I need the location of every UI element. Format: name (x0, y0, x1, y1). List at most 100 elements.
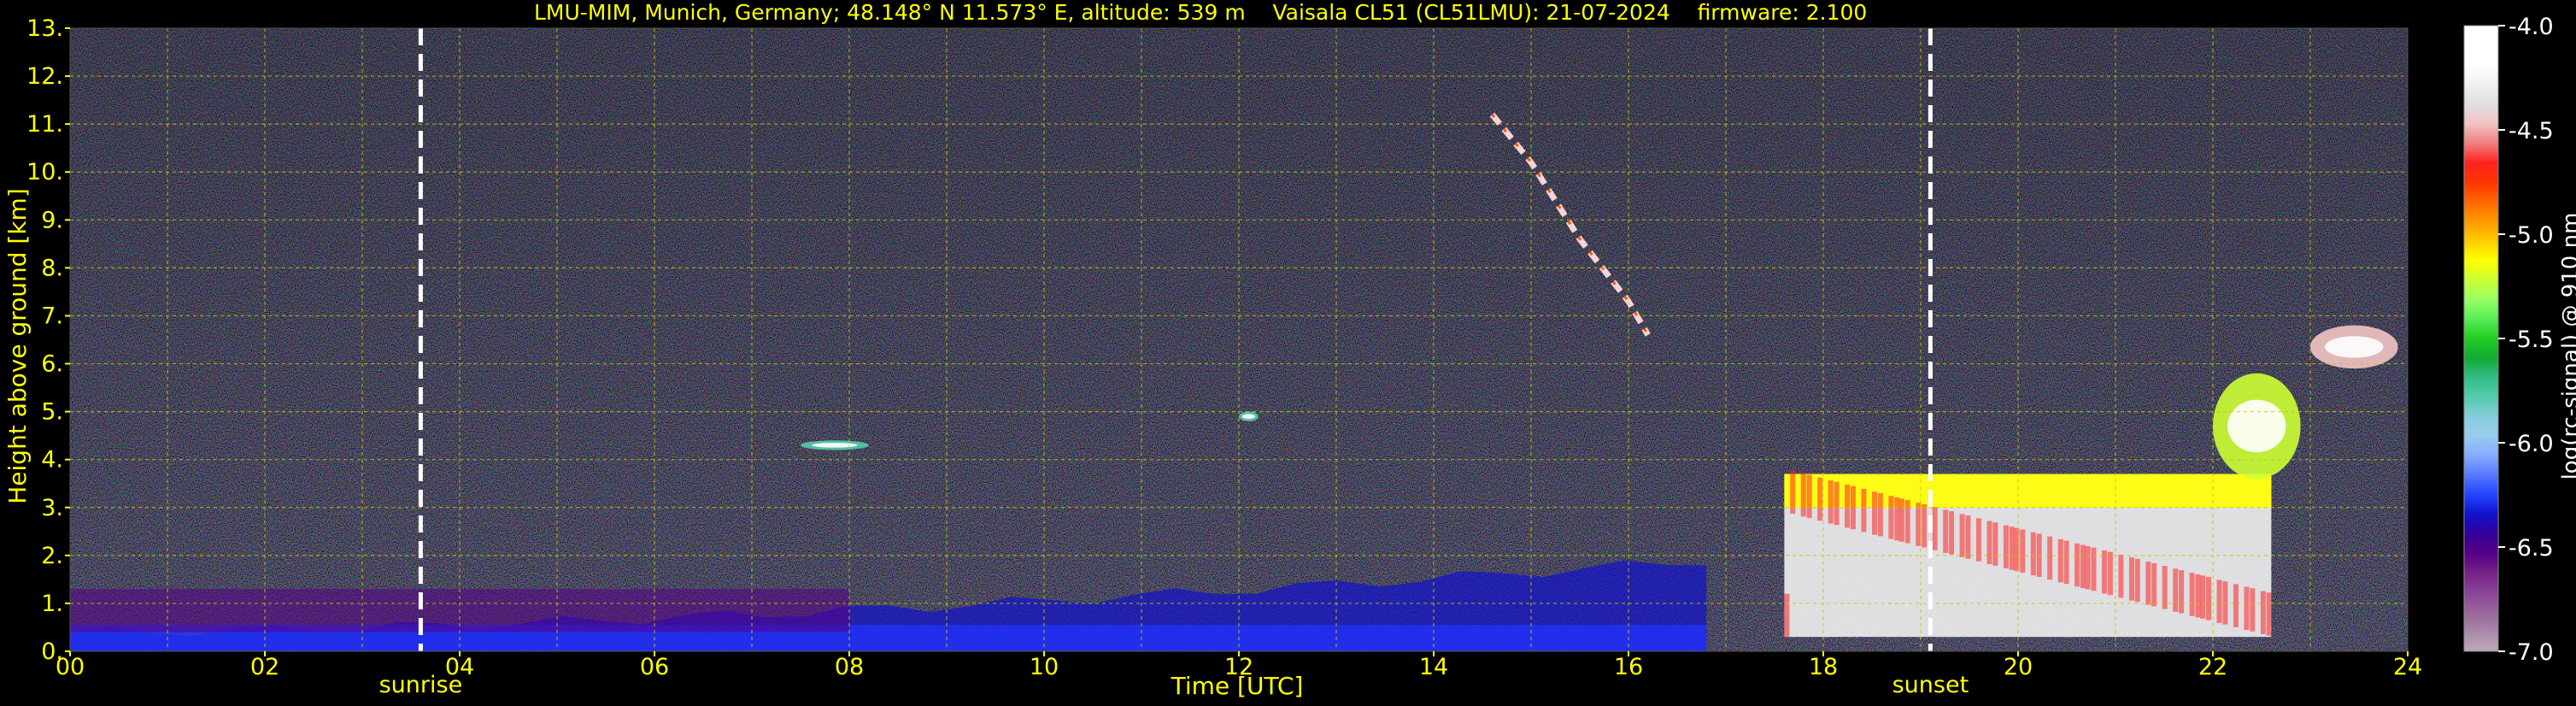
y-tick-label: 3. (41, 495, 63, 521)
cloud-streak (2162, 566, 2168, 609)
cloud-streak (1861, 488, 1867, 532)
plot-area (69, 27, 2409, 652)
feature-aerosol-patch (801, 440, 869, 450)
y-tick-label: 12. (26, 63, 63, 90)
colorbar-tick-label: -5.5 (2509, 327, 2554, 353)
cloud-streak (1834, 481, 1840, 526)
cloud-streak (1922, 504, 1928, 548)
cloud-streak (2206, 577, 2212, 621)
cloud-streak (2102, 550, 2108, 594)
x-tick-label: 10 (1030, 654, 1059, 680)
title-station: LMU-MIM, Munich, Germany; 48.148° N 11.5… (534, 0, 1246, 25)
y-tick-label: 10. (26, 159, 63, 185)
x-tick-label: 24 (2393, 654, 2422, 680)
colorbar-tick-label: -4.0 (2509, 14, 2554, 40)
title-instrument: Vaisala CL51 (CL51LMU): 21-07-2024 (1272, 0, 1670, 25)
cloud-streak (2020, 529, 2026, 573)
y-tick-label: 2. (41, 543, 63, 569)
colorbar-tick-label: -6.0 (2509, 431, 2554, 457)
ceilometer-figure: 00 02 04 06 08 10 12 14 16 18 20 22 24 0.1.2.3.4.5.6… (26, 14, 2554, 698)
cloud-streak (2085, 546, 2091, 590)
colorbar-label: log(rc-signal) @ 910 nm (2558, 212, 2576, 480)
x-tick-label: 20 (2004, 654, 2033, 680)
cloud-streak (1898, 498, 1904, 542)
x-tick-label: 06 (640, 654, 669, 680)
cloud-streak (2145, 562, 2151, 605)
feature-cloud-fragment (1239, 411, 1259, 421)
x-tick-label: 16 (1614, 654, 1643, 680)
cloud-streak (1932, 507, 1938, 550)
layer-cloud-top-band (1784, 474, 2272, 508)
y-tick-label: 11. (26, 111, 63, 138)
cloud-streak (1986, 521, 1992, 565)
colorbar-tick-label: -5.0 (2509, 222, 2554, 249)
y-tick-label: 1. (41, 591, 63, 617)
cloud-streak (2173, 568, 2179, 612)
x-tick-label: 22 (2198, 654, 2227, 680)
cloud-streak (2118, 554, 2124, 598)
cloud-streak (2260, 591, 2266, 634)
cloud-streak (2250, 588, 2256, 632)
cloud-streak (1959, 514, 1965, 557)
cloud-streak (2151, 562, 2157, 607)
cloud-streak (1806, 474, 1812, 519)
colorbar-scale (2463, 25, 2499, 652)
cloud-streak (1877, 492, 1883, 537)
y-tick-label: 8. (41, 255, 63, 281)
cloud-streak (2074, 543, 2080, 587)
cloud-streak (1943, 509, 1949, 553)
feature-core (2325, 336, 2384, 358)
cloud-streak (2057, 538, 2063, 583)
feature-core (2227, 399, 2286, 453)
cloud-streak (2266, 592, 2272, 636)
cloud-streak (1965, 515, 1971, 559)
cloud-streak (1784, 593, 1790, 638)
cloud-streak (1992, 522, 1998, 566)
y-tick-label: 6. (41, 351, 63, 378)
x-tick-label: 08 (835, 654, 864, 680)
x-tick-label: 02 (250, 654, 279, 680)
colorbar-tick-label: -4.5 (2509, 118, 2554, 144)
cloud-streak (2128, 557, 2134, 601)
cloud-streak (2080, 544, 2086, 589)
y-tick-label: 7. (41, 303, 63, 329)
cloud-streak (1872, 491, 1877, 535)
cloud-streak (2189, 573, 2195, 616)
colorbar-tick-label: -6.5 (2509, 535, 2554, 562)
y-tick-label: 4. (41, 447, 63, 474)
cloud-streak (2091, 547, 2097, 591)
x-axis-label: Time [UTC] (1171, 672, 1304, 700)
y-tick-label: 13. (26, 15, 63, 42)
cloud-streak (1894, 497, 1900, 541)
cloud-streak (2233, 584, 2239, 627)
feature-core (812, 443, 858, 448)
y-axis-label: Height above ground [km] (3, 188, 32, 504)
title-firmware: firmware: 2.100 (1697, 0, 1868, 25)
cloud-streak (2009, 527, 2015, 570)
feature-core (1241, 414, 1255, 420)
sunset-label: sunset (1892, 672, 1969, 698)
cloud-streak (2030, 532, 2036, 576)
chart-title: LMU-MIM, Munich, Germany; 48.148° N 11.5… (534, 0, 1867, 26)
cloud-streak (2063, 540, 2069, 585)
cloud-streak (1845, 484, 1851, 528)
sunrise-label: sunrise (379, 672, 463, 698)
cloud-streak (2216, 580, 2222, 623)
cloud-streak (1800, 473, 1806, 517)
y-axis: 0. 1. 2. 3. 4. 5. 6. 7. 8. 9. 10. 11. 12. 13. (26, 15, 70, 665)
y-tick-label: 0. (41, 638, 63, 665)
cloud-streak (2107, 551, 2113, 596)
cloud-streak (1817, 477, 1823, 521)
cloud-streak (1888, 496, 1894, 539)
cloud-streak (2003, 525, 2009, 568)
cloud-streak (1828, 480, 1834, 524)
cloud-streak (2134, 558, 2140, 603)
layer-shape (1784, 474, 2272, 508)
cloud-streak (1904, 500, 1910, 544)
y-tick-label: 9. (41, 207, 63, 233)
cloud-streak (2179, 570, 2185, 614)
cloud-streak (1949, 511, 1955, 555)
feature-elevated-cloud (2310, 325, 2398, 369)
x-tick-label: 18 (1809, 654, 1838, 680)
cloud-streak (2244, 586, 2250, 631)
